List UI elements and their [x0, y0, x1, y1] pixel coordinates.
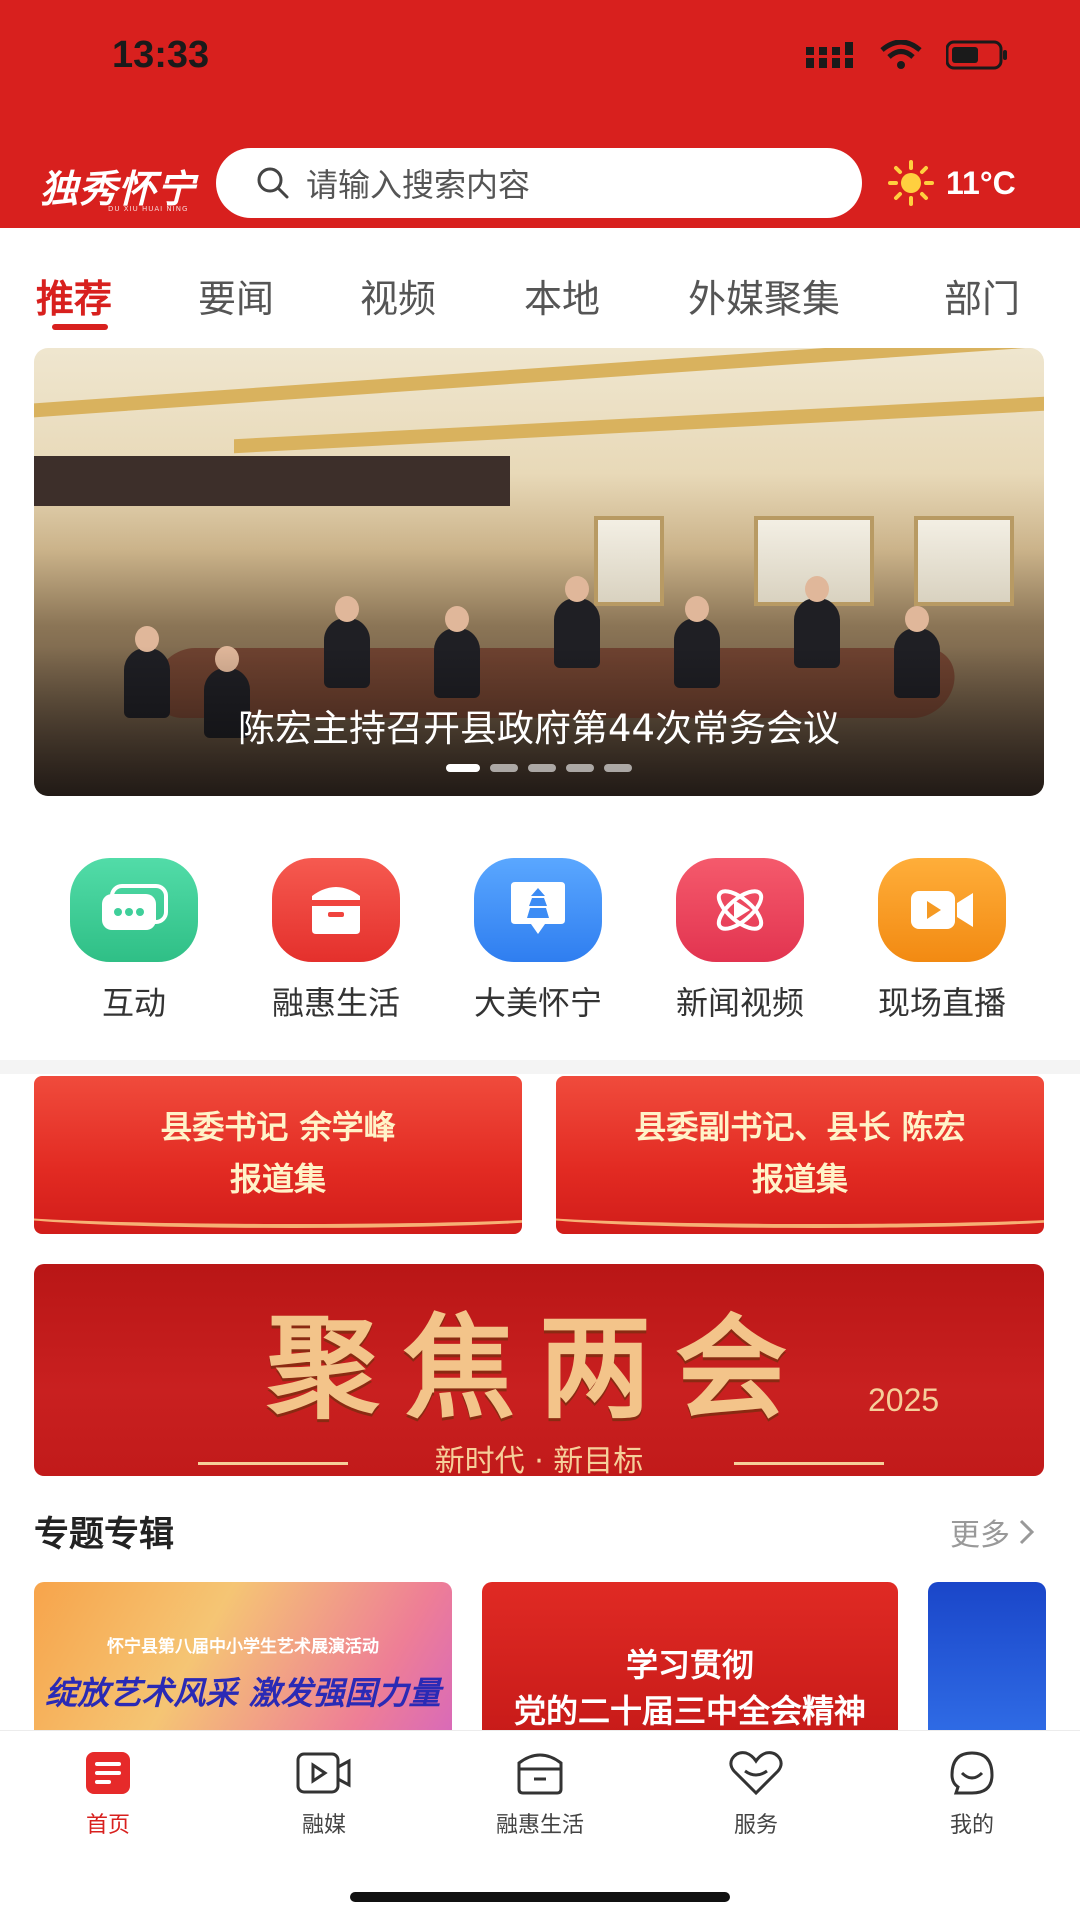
search-input[interactable]: 请输入搜索内容	[216, 148, 862, 218]
status-time: 13:33	[112, 34, 210, 76]
wall-screen	[34, 456, 510, 506]
battery-icon	[946, 40, 1007, 70]
carousel-dot[interactable]	[446, 764, 480, 772]
chat-bubble-icon	[70, 858, 198, 962]
quick-link-label: 新闻视频	[675, 984, 804, 1022]
app-screen: 13:33 独秀怀宁 DU XIU HUAI NING 请输入搜索内容 11°C…	[0, 0, 1080, 1920]
active-tab-indicator	[52, 324, 108, 330]
carousel-dot[interactable]	[604, 764, 632, 772]
nav-label: 我的	[949, 1813, 994, 1838]
report-title: 县委副书记、县长 陈宏	[634, 1108, 966, 1146]
section-divider	[0, 1060, 1080, 1074]
video-play-icon	[296, 1752, 351, 1794]
carousel-dot[interactable]	[490, 764, 518, 772]
quick-links: 互动 融惠生活 大美怀宁 新闻视频 现场直播	[0, 858, 1080, 1038]
report-subtitle: 报道集	[229, 1160, 326, 1198]
section-title: 专题专辑	[34, 1515, 175, 1555]
weather[interactable]: 11°C	[888, 160, 1016, 206]
more-label: 更多	[950, 1518, 1010, 1553]
nav-service[interactable]: 服务	[686, 1749, 826, 1839]
report-title: 县委书记 余学峰	[160, 1108, 396, 1146]
status-icons	[806, 40, 1008, 70]
topic-card-partial[interactable]	[928, 1582, 1046, 1732]
tab-foreign-media[interactable]: 外媒聚集	[688, 268, 840, 323]
app-logo-subtext: DU XIU HUAI NING	[108, 205, 189, 213]
quick-link-label: 大美怀宁	[473, 984, 602, 1022]
topic-subtitle: 学习贯彻	[625, 1646, 754, 1684]
quick-link-interaction[interactable]: 互动	[44, 858, 224, 1024]
tab-departments[interactable]: 部门	[944, 268, 1020, 323]
quick-link-news-video[interactable]: 新闻视频	[650, 858, 830, 1024]
topic-card-study[interactable]: 学习贯彻 党的二十届三中全会精神	[482, 1582, 898, 1732]
signal-icon	[806, 42, 853, 68]
more-link[interactable]: 更多	[950, 1510, 1036, 1554]
window	[594, 516, 664, 606]
pagoda-icon	[474, 858, 602, 962]
banner-caption: 陈宏主持召开县政府第44次常务会议	[237, 707, 841, 750]
profile-face-icon	[950, 1751, 994, 1795]
nav-label: 融媒	[301, 1813, 346, 1838]
search-icon	[257, 167, 289, 199]
topic-card-art[interactable]: 怀宁县第八届中小学生艺术展演活动 绽放艺术风采 激发强国力量	[34, 1582, 452, 1732]
nav-label: 服务	[733, 1813, 778, 1838]
quick-link-label: 现场直播	[877, 984, 1006, 1022]
quick-link-live[interactable]: 现场直播	[852, 858, 1032, 1024]
report-card-secretary[interactable]: 县委书记 余学峰 报道集	[34, 1076, 522, 1234]
tab-recommend[interactable]: 推荐	[36, 268, 112, 323]
banner-carousel[interactable]: 陈宏主持召开县政府第44次常务会议	[34, 348, 1044, 796]
video-camera-icon	[878, 858, 1006, 962]
carousel-dot[interactable]	[566, 764, 594, 772]
home-indicator[interactable]	[350, 1892, 730, 1902]
nav-life[interactable]: 融惠生活	[470, 1749, 610, 1839]
search-placeholder: 请输入搜索内容	[306, 166, 531, 204]
two-sessions-banner[interactable]: 聚焦两会 2025 新时代 · 新目标	[34, 1264, 1044, 1476]
tab-local[interactable]: 本地	[524, 268, 600, 323]
sun-icon	[888, 160, 934, 206]
nav-home[interactable]: 首页	[38, 1749, 178, 1839]
quick-link-scenery[interactable]: 大美怀宁	[448, 858, 628, 1024]
carousel-dots	[34, 764, 1044, 772]
weather-temperature: 11°C	[946, 164, 1016, 201]
sessions-year: 2025	[868, 1382, 940, 1418]
heart-icon	[729, 1751, 783, 1796]
news-icon	[86, 1752, 130, 1794]
ceiling-beam	[234, 396, 1044, 454]
quick-link-label: 融惠生活	[271, 984, 400, 1022]
chevron-right-icon	[1019, 1519, 1035, 1545]
report-subtitle: 报道集	[751, 1160, 848, 1198]
decorative-swoosh	[34, 1198, 522, 1228]
nav-mine[interactable]: 我的	[902, 1749, 1042, 1839]
topic-subtitle: 怀宁县第八届中小学生艺术展演活动	[107, 1637, 379, 1657]
tab-video[interactable]: 视频	[360, 268, 436, 323]
tab-headlines[interactable]: 要闻	[198, 268, 274, 323]
report-card-county-head[interactable]: 县委副书记、县长 陈宏 报道集	[556, 1076, 1044, 1234]
quick-link-life[interactable]: 融惠生活	[246, 858, 426, 1024]
wifi-icon	[880, 40, 922, 69]
quick-link-label: 互动	[101, 984, 166, 1022]
decorative-swoosh	[556, 1198, 1044, 1228]
topic-title: 党的二十届三中全会精神	[513, 1692, 866, 1730]
box-icon	[272, 858, 400, 962]
play-orbit-icon	[676, 858, 804, 962]
category-tabs: 推荐 要闻 视频 本地 外媒聚集 部门	[0, 228, 1080, 340]
window	[914, 516, 1014, 606]
header: 13:33 独秀怀宁 DU XIU HUAI NING 请输入搜索内容 11°C	[0, 0, 1080, 228]
nav-media[interactable]: 融媒	[254, 1749, 394, 1839]
box-icon	[517, 1753, 563, 1795]
topic-title: 绽放艺术风采 激发强国力量	[45, 1674, 441, 1712]
carousel-dot[interactable]	[528, 764, 556, 772]
nav-label: 融惠生活	[495, 1813, 584, 1838]
nav-label: 首页	[85, 1813, 130, 1838]
sessions-slogan: 新时代 · 新目标	[434, 1444, 644, 1476]
